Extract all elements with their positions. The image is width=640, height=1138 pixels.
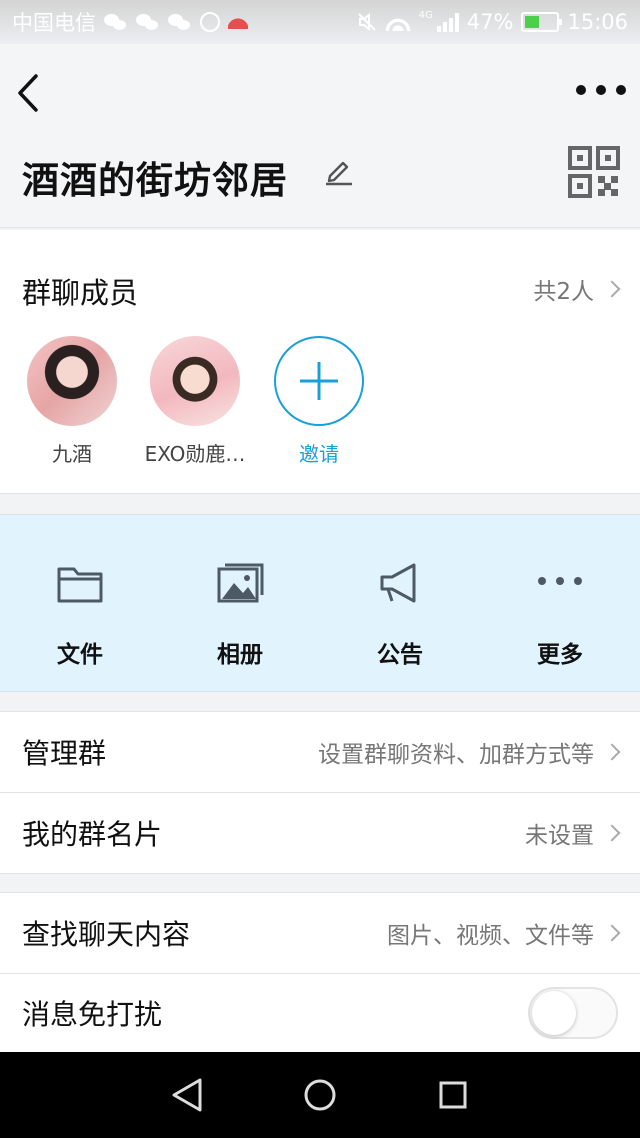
chevron-right-icon <box>603 824 621 842</box>
nav-home-button[interactable] <box>300 1075 340 1115</box>
network-type-label: 4G <box>418 9 433 21</box>
dot-icon <box>596 85 606 95</box>
dot-icon <box>576 85 586 95</box>
row-label: 我的群名片 <box>22 818 163 851</box>
carrier-label: 中国电信 <box>12 11 96 35</box>
more-options-button[interactable] <box>576 78 626 102</box>
member-item[interactable]: EXO勋鹿… <box>135 336 255 467</box>
album-icon <box>216 561 264 605</box>
signal-icon <box>436 12 459 32</box>
circle-home-icon <box>304 1079 336 1111</box>
clock: 15:06 <box>567 10 628 34</box>
row-label: 消息免打扰 <box>22 998 163 1031</box>
tool-label: 相册 <box>217 642 263 668</box>
invite-member-button[interactable]: 邀请 <box>259 336 379 467</box>
chevron-right-icon <box>603 280 621 298</box>
square-recents-icon <box>439 1081 467 1109</box>
chevron-right-icon <box>603 924 621 942</box>
tool-album[interactable]: 相册 <box>160 515 320 691</box>
members-count-link[interactable]: 共2人 <box>533 272 621 306</box>
do-not-disturb-toggle[interactable] <box>528 987 618 1039</box>
qr-code-icon[interactable] <box>568 146 620 198</box>
member-item[interactable]: 九酒 <box>12 336 132 467</box>
tool-label: 文件 <box>57 642 103 668</box>
tool-more[interactable]: 更多 <box>480 515 640 691</box>
dot-icon <box>616 85 626 95</box>
row-value: 设置群聊资料、加群方式等 <box>318 742 594 768</box>
status-bar: 中国电信 4G 47% 15:06 <box>0 0 640 44</box>
manage-group-row[interactable]: 管理群 设置群聊资料、加群方式等 <box>0 712 640 792</box>
group-name-title[interactable]: 酒酒的街坊邻居 <box>22 150 288 204</box>
wechat-notification-icon <box>168 13 192 31</box>
divider <box>0 873 640 874</box>
chevron-right-icon <box>603 743 621 761</box>
tool-label: 公告 <box>377 642 423 668</box>
back-button[interactable] <box>14 72 44 114</box>
row-value: 未设置 <box>525 823 594 849</box>
members-section-title: 群聊成员 <box>22 276 139 310</box>
triangle-back-icon <box>172 1078 202 1112</box>
group-tools-bar: 文件 相册 公告 更多 <box>0 514 640 692</box>
group-members-section: 群聊成员 共2人 九酒 EXO勋鹿… 邀请 <box>0 230 640 494</box>
more-dots-icon <box>536 561 584 605</box>
toggle-knob <box>532 991 576 1035</box>
do-not-disturb-row: 消息免打扰 <box>0 974 640 1052</box>
wechat-notification-icon <box>136 13 160 31</box>
plus-icon <box>274 336 364 426</box>
member-avatar <box>150 336 240 426</box>
row-value: 图片、视频、文件等 <box>387 923 594 949</box>
group-header: 酒酒的街坊邻居 <box>0 44 640 228</box>
nav-back-button[interactable] <box>167 1075 207 1115</box>
battery-percent: 47% <box>466 10 514 34</box>
invite-label: 邀请 <box>299 442 339 466</box>
member-name: 九酒 <box>52 442 92 466</box>
nav-recents-button[interactable] <box>433 1075 473 1115</box>
wifi-icon <box>384 13 411 31</box>
edit-pencil-icon[interactable] <box>324 156 354 186</box>
system-nav-bar <box>0 1052 640 1138</box>
tool-files[interactable]: 文件 <box>0 515 160 691</box>
row-label: 查找聊天内容 <box>22 918 191 951</box>
search-chat-content-row[interactable]: 查找聊天内容 图片、视频、文件等 <box>0 893 640 973</box>
members-count-label: 共2人 <box>533 279 594 305</box>
wechat-notification-icon <box>104 13 128 31</box>
member-name: EXO勋鹿… <box>144 442 246 466</box>
notification-circle-icon <box>200 12 220 32</box>
mute-icon <box>357 12 377 32</box>
member-avatar <box>27 336 117 426</box>
tool-label: 更多 <box>537 642 583 668</box>
row-label: 管理群 <box>22 737 107 770</box>
back-arrow-icon <box>18 74 38 112</box>
my-group-card-row[interactable]: 我的群名片 未设置 <box>0 793 640 873</box>
huawei-logo-icon <box>228 15 248 29</box>
announcement-icon <box>376 561 424 605</box>
tool-announcement[interactable]: 公告 <box>320 515 480 691</box>
folder-icon <box>56 561 104 605</box>
battery-icon <box>521 12 563 32</box>
